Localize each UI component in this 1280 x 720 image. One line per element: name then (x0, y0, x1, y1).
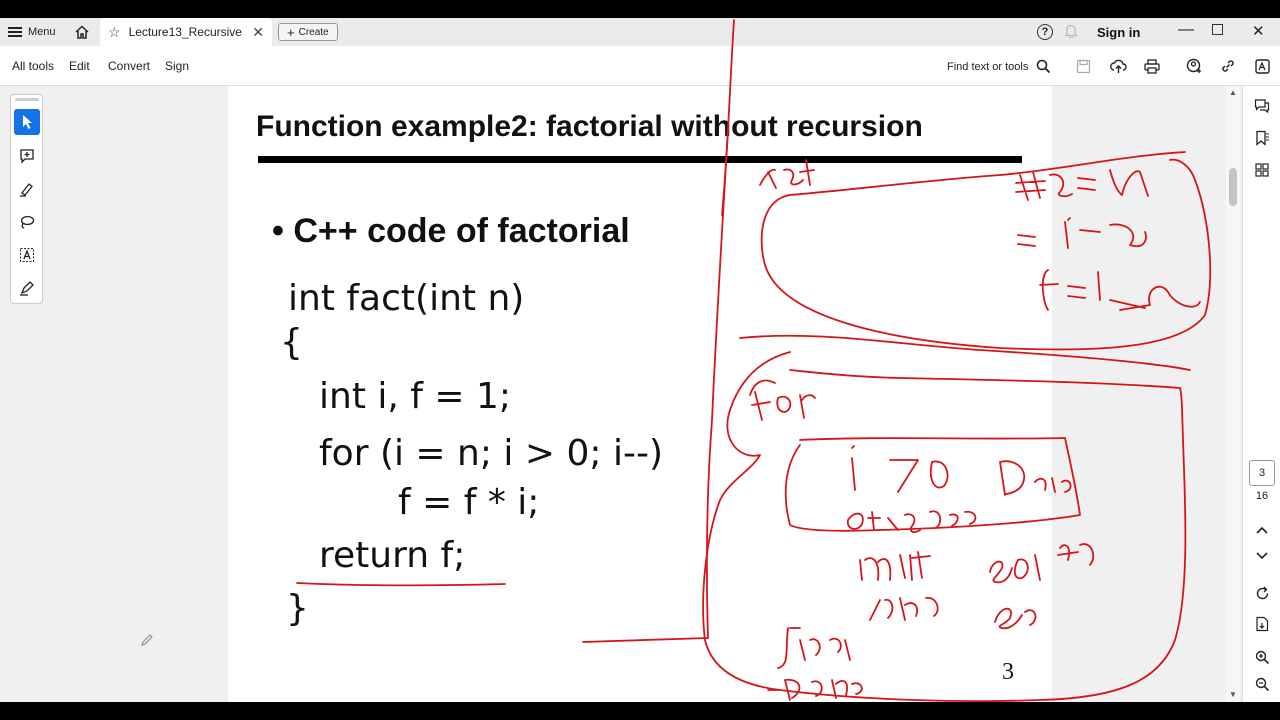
minimize-icon[interactable]: — (1178, 21, 1194, 39)
comments-icon[interactable] (1252, 96, 1272, 116)
sign-icon (20, 281, 34, 296)
slide-title: Function example2: factorial without rec… (256, 110, 923, 143)
menu-button[interactable]: Menu (8, 24, 56, 40)
highlight-icon (20, 183, 33, 197)
chevron-down-icon[interactable] (1252, 546, 1272, 566)
refresh-icon[interactable] (1252, 583, 1272, 603)
document-tab[interactable]: ☆ Lecture13_Recursive fu... ✕ (100, 18, 272, 46)
scroll-thumb[interactable] (1229, 168, 1237, 206)
share-icon[interactable] (1185, 57, 1203, 75)
all-tools-menu[interactable]: All tools (12, 59, 54, 73)
find-tools-label: Find text or tools (947, 60, 1029, 73)
add-comment-tool[interactable] (14, 143, 40, 169)
plus-icon: + (287, 24, 295, 40)
title-bar: Menu ☆ Lecture13_Recursive fu... ✕ + Cre… (0, 18, 1280, 46)
bullet-point: • C++ code of factorial (272, 212, 630, 250)
slide-page-number: 3 (1002, 659, 1014, 685)
bullet-text: C++ code of factorial (293, 212, 630, 250)
menu-label: Menu (28, 26, 56, 38)
text-select-icon (20, 248, 34, 262)
code-line: f = f * i; (398, 482, 540, 523)
maximize-icon[interactable] (1212, 24, 1223, 35)
home-icon (75, 25, 89, 39)
text-select-tool[interactable] (14, 242, 40, 268)
code-line: { (280, 322, 303, 363)
add-comment-icon (20, 149, 34, 164)
print-icon[interactable] (1143, 57, 1161, 75)
code-line: int fact(int n) (288, 278, 525, 319)
highlight-tool[interactable] (14, 176, 40, 202)
vertical-scrollbar[interactable]: ▲ ▼ (1226, 86, 1240, 702)
close-tab-icon[interactable]: ✕ (252, 24, 264, 41)
zoom-in-icon[interactable] (1252, 647, 1272, 667)
cursor-icon (23, 115, 32, 129)
upload-icon[interactable] (1109, 57, 1127, 75)
code-line: return f; (319, 535, 466, 576)
pencil-icon (140, 633, 154, 652)
chevron-up-icon[interactable] (1252, 520, 1272, 540)
sign-menu[interactable]: Sign (165, 59, 189, 73)
bell-icon[interactable] (1064, 23, 1078, 38)
convert-menu[interactable]: Convert (108, 59, 150, 73)
window-close-icon[interactable]: ✕ (1252, 22, 1265, 40)
title-rule (258, 156, 1022, 163)
create-button[interactable]: + Create (278, 23, 338, 41)
sign-tool[interactable] (14, 275, 40, 301)
rail-handle[interactable] (15, 98, 39, 101)
home-button[interactable] (74, 23, 92, 41)
bookmarks-icon[interactable] (1252, 128, 1272, 148)
edit-menu[interactable]: Edit (69, 59, 90, 73)
code-line: } (286, 588, 309, 629)
right-panel-rail: 3 16 (1242, 86, 1280, 702)
zoom-out-icon[interactable] (1252, 674, 1272, 694)
extract-icon[interactable] (1252, 614, 1272, 634)
current-page-field[interactable]: 3 (1249, 460, 1275, 486)
scroll-down-icon[interactable]: ▼ (1229, 690, 1237, 699)
pdf-icon[interactable] (1253, 57, 1271, 75)
document-workspace: Function example2: factorial without rec… (0, 86, 1280, 702)
sign-in-button[interactable]: Sign in (1097, 25, 1140, 40)
scroll-up-icon[interactable]: ▲ (1229, 88, 1237, 97)
total-pages: 16 (1255, 490, 1269, 502)
quick-tools-rail (10, 94, 43, 304)
code-line: for (i = n; i > 0; i--) (319, 433, 663, 474)
help-icon[interactable]: ? (1037, 24, 1053, 40)
lasso-tool[interactable] (14, 209, 40, 235)
lasso-icon (20, 215, 35, 229)
link-icon[interactable] (1219, 57, 1237, 75)
find-tools-search[interactable]: Find text or tools (947, 59, 1051, 74)
select-tool[interactable] (14, 109, 40, 135)
toolbar: All tools Edit Convert Sign Find text or… (0, 46, 1280, 86)
tab-title: Lecture13_Recursive fu... (128, 25, 245, 39)
hamburger-icon (8, 27, 22, 37)
thumbnails-icon[interactable] (1252, 160, 1272, 180)
pdf-page: Function example2: factorial without rec… (228, 86, 1052, 702)
star-icon[interactable]: ☆ (108, 24, 121, 41)
code-line: int i, f = 1; (319, 376, 512, 417)
create-label: Create (298, 26, 329, 38)
search-icon (1037, 59, 1051, 74)
save-icon[interactable] (1074, 57, 1092, 75)
